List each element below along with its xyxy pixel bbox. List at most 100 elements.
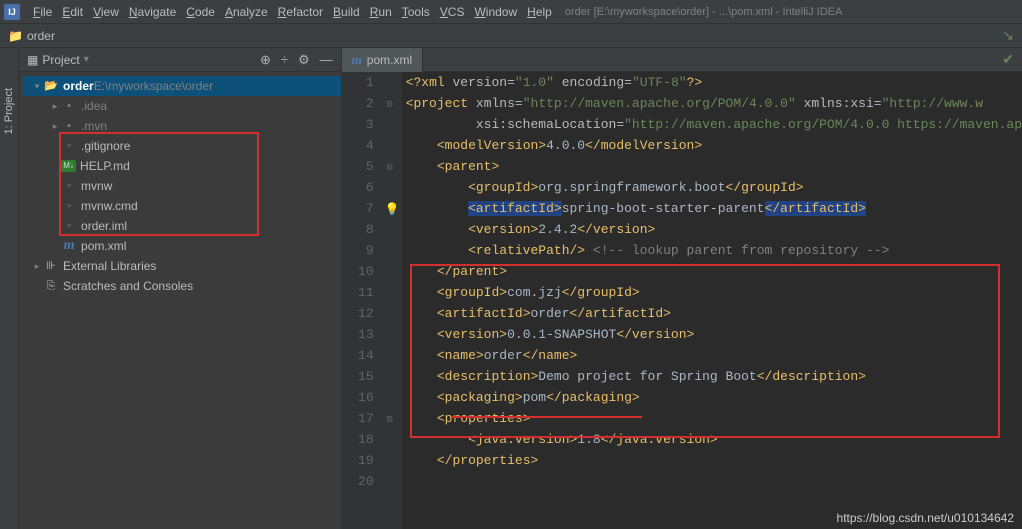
tree-node[interactable]: M↓HELP.md bbox=[23, 156, 341, 176]
menu-help[interactable]: Help bbox=[522, 3, 557, 21]
menu-window[interactable]: Window bbox=[469, 3, 522, 21]
check-icon[interactable]: ✔ bbox=[994, 51, 1022, 68]
toolbar-icons: ↘ bbox=[1002, 27, 1014, 44]
fold-icon[interactable]: ⊟ bbox=[387, 410, 393, 431]
code-line[interactable]: xsi:schemaLocation="http://maven.apache.… bbox=[406, 114, 1022, 135]
code-line[interactable]: <version>0.0.1-SNAPSHOT</version> bbox=[406, 324, 1022, 345]
tree-node[interactable]: ▸▪.idea bbox=[23, 96, 341, 116]
bulb-icon[interactable]: 💡 bbox=[385, 200, 400, 221]
maven-icon: m bbox=[352, 52, 362, 68]
code-line[interactable]: </parent> bbox=[406, 261, 1022, 282]
fold-icon[interactable]: ⊟ bbox=[387, 95, 393, 116]
code-line[interactable]: <project xmlns="http://maven.apache.org/… bbox=[406, 93, 1022, 114]
tree-twisty[interactable]: ▸ bbox=[49, 116, 61, 136]
tree-label: mvnw bbox=[81, 176, 112, 196]
tab-pom[interactable]: m pom.xml bbox=[342, 48, 423, 72]
tree-label: HELP.md bbox=[80, 156, 130, 176]
tree-label: order.iml bbox=[81, 216, 127, 236]
fold-dot-icon: ▪ bbox=[61, 118, 77, 134]
menu-vcs[interactable]: VCS bbox=[435, 3, 470, 21]
project-tool-icon: ▦ bbox=[27, 53, 38, 67]
code-line[interactable]: <description>Demo project for Spring Boo… bbox=[406, 366, 1022, 387]
tree-label: .idea bbox=[81, 96, 107, 116]
breadcrumb-project: order bbox=[27, 29, 55, 43]
code-line[interactable]: <version>2.4.2</version> bbox=[406, 219, 1022, 240]
tree-node[interactable]: ▫mvnw.cmd bbox=[23, 196, 341, 216]
code-line[interactable]: <name>order</name> bbox=[406, 345, 1022, 366]
code-line[interactable]: <modelVersion>4.0.0</modelVersion> bbox=[406, 135, 1022, 156]
left-gutter: 1: Project bbox=[0, 48, 19, 529]
window-path: order [E:\myworkspace\order] - ...\pom.x… bbox=[565, 6, 843, 18]
code-line[interactable]: <?xml version="1.0" encoding="UTF-8"?> bbox=[406, 72, 1022, 93]
line-numbers: 1234567891011121314151617181920 bbox=[342, 72, 382, 529]
tree-label: mvnw.cmd bbox=[81, 196, 138, 216]
project-tree[interactable]: ▾📂order E:\myworkspace\order▸▪.idea▸▪.mv… bbox=[19, 72, 341, 296]
code-body[interactable]: <?xml version="1.0" encoding="UTF-8"?><p… bbox=[402, 72, 1022, 529]
target-icon[interactable]: ⊕ bbox=[260, 52, 271, 68]
tree-node[interactable]: ▫mvnw bbox=[23, 176, 341, 196]
menu-file[interactable]: File bbox=[28, 3, 57, 21]
project-header-label: Project bbox=[42, 53, 79, 67]
watermark: https://blog.csdn.net/u010134642 bbox=[837, 511, 1014, 525]
code-line[interactable]: </properties> bbox=[406, 450, 1022, 471]
menubar: IJ FileEditViewNavigateCodeAnalyzeRefact… bbox=[0, 0, 1022, 24]
code-line[interactable] bbox=[406, 471, 1022, 492]
fold-icon: 📂 bbox=[43, 78, 59, 94]
menu-navigate[interactable]: Navigate bbox=[124, 3, 181, 21]
tree-label: .mvn bbox=[81, 116, 107, 136]
editor-gutter: ⊟ ⊟ 💡 ⊟ bbox=[382, 72, 402, 529]
file-icon: ▫ bbox=[61, 218, 77, 234]
file-icon: ▫ bbox=[61, 138, 77, 154]
code-line[interactable]: <java.version>1.8</java.version> bbox=[406, 429, 1022, 450]
code-line[interactable]: <relativePath/> <!-- lookup parent from … bbox=[406, 240, 1022, 261]
code-line[interactable]: <groupId>org.springframework.boot</group… bbox=[406, 177, 1022, 198]
code-editor[interactable]: 1234567891011121314151617181920 ⊟ ⊟ 💡 ⊟ … bbox=[342, 72, 1022, 529]
project-header: ▦ Project ▾ ⊕ ÷ ⚙ — bbox=[19, 48, 341, 72]
tree-node[interactable]: ▸▪.mvn bbox=[23, 116, 341, 136]
breadcrumb[interactable]: 📁 order bbox=[8, 29, 55, 43]
collapse-icon[interactable]: ÷ bbox=[281, 52, 288, 68]
code-line[interactable]: <artifactId>order</artifactId> bbox=[406, 303, 1022, 324]
code-line[interactable]: <groupId>com.jzj</groupId> bbox=[406, 282, 1022, 303]
m-icon: m bbox=[61, 238, 77, 254]
code-line[interactable]: <packaging>pom</packaging> bbox=[406, 387, 1022, 408]
file-icon: ▫ bbox=[61, 178, 77, 194]
sidebar-tab-project[interactable]: 1: Project bbox=[3, 88, 15, 134]
tree-node[interactable]: ⎘Scratches and Consoles bbox=[23, 276, 341, 296]
tree-twisty[interactable]: ▸ bbox=[49, 96, 61, 116]
menu-tools[interactable]: Tools bbox=[397, 3, 435, 21]
menu-refactor[interactable]: Refactor bbox=[273, 3, 328, 21]
fold-icon[interactable]: ⊟ bbox=[387, 158, 393, 179]
gear-icon[interactable]: ⚙ bbox=[298, 52, 310, 68]
chevron-down-icon[interactable]: ▾ bbox=[84, 54, 89, 65]
menu-view[interactable]: View bbox=[88, 3, 124, 21]
nav-row: 📁 order ↘ bbox=[0, 24, 1022, 48]
tree-label: pom.xml bbox=[81, 236, 126, 256]
folder-icon: 📁 bbox=[8, 29, 23, 43]
tree-node[interactable]: ▸⊪External Libraries bbox=[23, 256, 341, 276]
tree-node[interactable]: ▫.gitignore bbox=[23, 136, 341, 156]
code-line[interactable]: <parent> bbox=[406, 156, 1022, 177]
editor-tab-row: m pom.xml ✔ bbox=[342, 48, 1022, 72]
menu-edit[interactable]: Edit bbox=[57, 3, 88, 21]
app-logo: IJ bbox=[4, 4, 20, 20]
tree-twisty[interactable]: ▾ bbox=[31, 76, 43, 96]
tree-label: order bbox=[63, 76, 94, 96]
menu-build[interactable]: Build bbox=[328, 3, 365, 21]
hide-icon[interactable]: — bbox=[320, 52, 333, 68]
lib-icon: ⎘ bbox=[43, 278, 59, 294]
project-panel: ▦ Project ▾ ⊕ ÷ ⚙ — ▾📂order E:\myworkspa… bbox=[19, 48, 342, 529]
tree-label: Scratches and Consoles bbox=[63, 276, 193, 296]
tree-node[interactable]: mpom.xml bbox=[23, 236, 341, 256]
menu-run[interactable]: Run bbox=[365, 3, 397, 21]
code-line[interactable]: <properties> bbox=[406, 408, 1022, 429]
menu-analyze[interactable]: Analyze bbox=[220, 3, 273, 21]
tree-node[interactable]: ▫order.iml bbox=[23, 216, 341, 236]
tree-twisty[interactable]: ▸ bbox=[31, 256, 43, 276]
tree-label: .gitignore bbox=[81, 136, 130, 156]
tree-node[interactable]: ▾📂order E:\myworkspace\order bbox=[23, 76, 341, 96]
hammer-icon[interactable]: ↘ bbox=[1002, 27, 1014, 44]
tab-label: pom.xml bbox=[367, 53, 412, 67]
code-line[interactable]: <artifactId>spring-boot-starter-parent</… bbox=[406, 198, 1022, 219]
menu-code[interactable]: Code bbox=[181, 3, 220, 21]
